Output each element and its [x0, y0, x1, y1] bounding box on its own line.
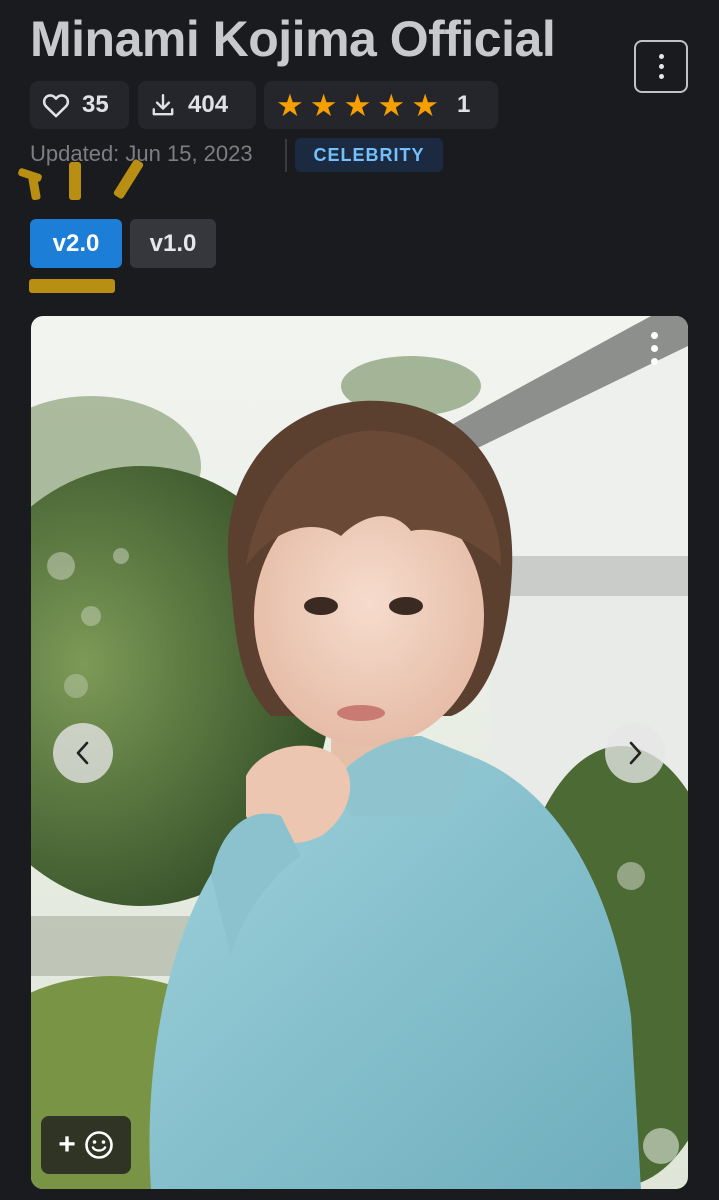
- image-carousel[interactable]: +: [31, 316, 688, 1189]
- star-icon: ★: [411, 87, 439, 123]
- more-vertical-icon: [651, 332, 658, 339]
- chevron-left-icon: [76, 741, 89, 765]
- more-vertical-icon: [658, 54, 664, 59]
- add-reaction-button[interactable]: +: [41, 1116, 131, 1174]
- carousel-next-button[interactable]: [605, 723, 665, 783]
- version-tab-v1[interactable]: v1.0: [130, 219, 216, 268]
- star-icon: ★: [343, 87, 372, 123]
- more-options-button[interactable]: [634, 40, 688, 93]
- chevron-right-icon: [629, 741, 642, 765]
- image-menu-button[interactable]: [651, 332, 658, 365]
- downloads-count: 404: [188, 91, 229, 118]
- star-icon: ★: [377, 87, 406, 123]
- rating-stars: ★ ★ ★ ★ ★: [276, 90, 439, 121]
- meta-divider: [285, 139, 287, 172]
- model-title: Minami Kojima Official: [30, 11, 556, 67]
- star-icon: ★: [309, 87, 338, 123]
- preview-image: [31, 316, 688, 1189]
- likes-count: 35: [82, 91, 109, 118]
- star-icon: ★: [276, 87, 304, 123]
- carousel-prev-button[interactable]: [53, 723, 113, 783]
- marker-stroke: [69, 162, 81, 200]
- marker-underline: [29, 279, 115, 293]
- download-icon: [152, 94, 174, 116]
- downloads-stat[interactable]: 404: [138, 81, 256, 129]
- plus-icon: +: [58, 1128, 76, 1161]
- category-badge[interactable]: CELEBRITY: [295, 138, 443, 172]
- rating-stat[interactable]: ★ ★ ★ ★ ★ 1: [264, 81, 498, 129]
- likes-stat[interactable]: 35: [30, 81, 129, 129]
- heart-icon: [42, 94, 70, 118]
- rating-count: 1: [456, 91, 471, 118]
- version-tab-v2[interactable]: v2.0: [30, 219, 122, 268]
- smiley-icon: [84, 1131, 113, 1159]
